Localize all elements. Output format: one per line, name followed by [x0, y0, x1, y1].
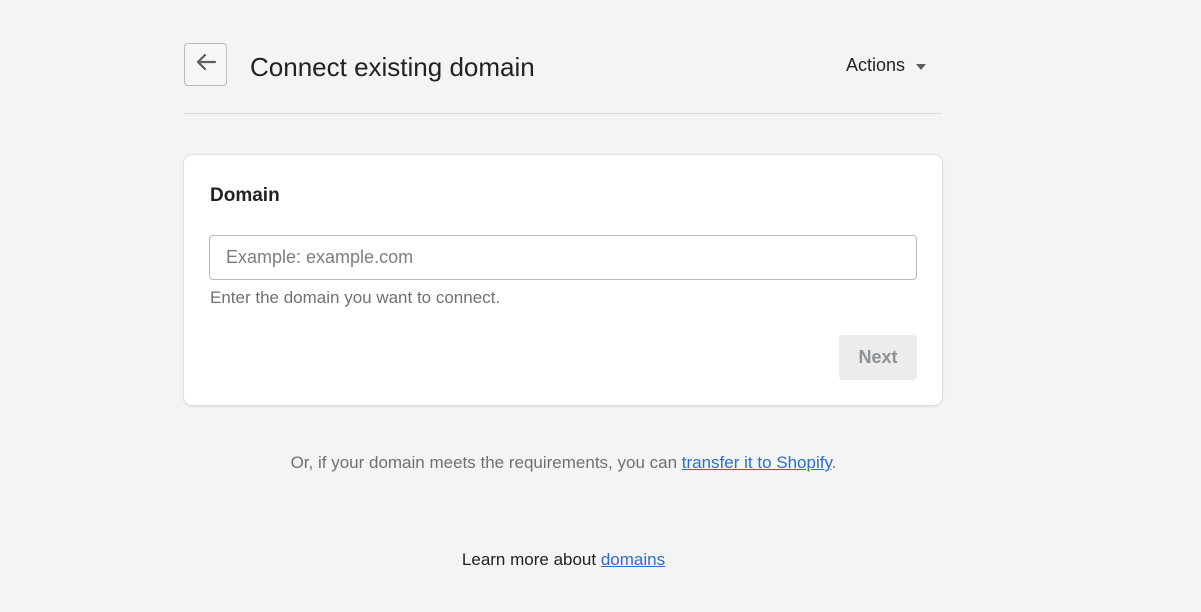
transfer-link[interactable]: transfer it to Shopify: [682, 453, 832, 472]
page-title: Connect existing domain: [250, 52, 535, 82]
next-button[interactable]: Next: [839, 335, 917, 380]
transfer-suffix: .: [831, 453, 837, 472]
transfer-notice: Or, if your domain meets the requirement…: [0, 453, 1127, 473]
domains-link[interactable]: domains: [601, 550, 665, 569]
back-button[interactable]: [184, 43, 227, 86]
actions-dropdown-button[interactable]: Actions: [846, 55, 927, 76]
learn-more-notice: Learn more about domains: [0, 550, 1127, 570]
caret-down-icon: [915, 55, 927, 76]
domain-input[interactable]: [209, 235, 917, 280]
header-divider: [184, 113, 942, 114]
actions-label: Actions: [846, 55, 906, 75]
transfer-prefix: Or, if your domain meets the requirement…: [290, 453, 682, 472]
arrow-left-icon: [195, 53, 217, 76]
learn-prefix: Learn more about: [461, 550, 601, 569]
domain-help-text: Enter the domain you want to connect.: [210, 288, 501, 307]
card-title: Domain: [210, 185, 280, 206]
domain-card: Domain Enter the domain you want to conn…: [184, 155, 942, 405]
